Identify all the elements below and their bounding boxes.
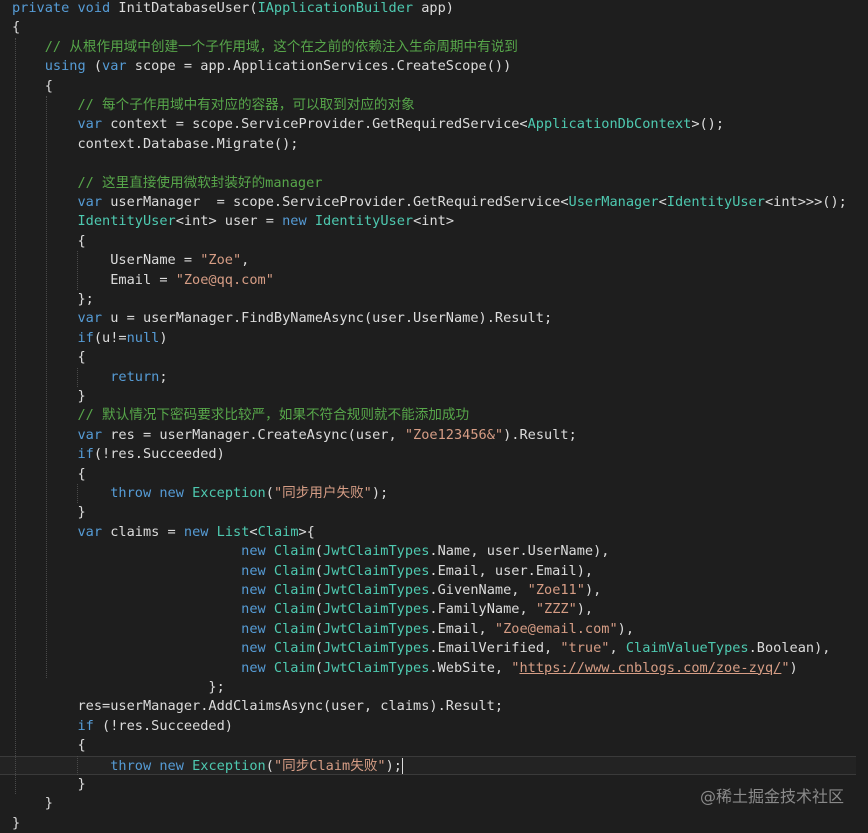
code-line[interactable]: { <box>0 465 868 484</box>
indent-guide <box>15 37 16 795</box>
code-line[interactable]: res=userManager.AddClaimsAsync(user, cla… <box>0 697 868 716</box>
code-line[interactable]: new Claim(JwtClaimTypes.WebSite, "https:… <box>0 659 868 678</box>
indent-guide <box>77 484 79 504</box>
code-line[interactable]: var userManager = scope.ServiceProvider.… <box>0 193 868 212</box>
code-line[interactable]: } <box>0 503 868 522</box>
code-line[interactable]: var res = userManager.CreateAsync(user, … <box>0 426 868 445</box>
code-editor[interactable]: private void InitDatabaseUser(IApplicati… <box>0 0 868 831</box>
code-line[interactable]: }; <box>0 678 868 697</box>
code-line[interactable]: if (!res.Succeeded) <box>0 717 868 736</box>
indent-guide <box>77 251 79 290</box>
code-line[interactable]: Email = "Zoe@qq.com" <box>0 271 868 290</box>
code-line[interactable]: if(!res.Succeeded) <box>0 445 868 464</box>
code-line[interactable]: // 每个子作用域中有对应的容器，可以取到对应的对象 <box>0 96 868 115</box>
code-line[interactable]: var u = userManager.FindByNameAsync(user… <box>0 309 868 328</box>
code-line[interactable]: // 这里直接使用微软封装好的manager <box>0 174 868 193</box>
code-line[interactable]: var context = scope.ServiceProvider.GetR… <box>0 115 868 134</box>
code-line[interactable]: return; <box>0 368 868 387</box>
text-caret <box>401 757 403 774</box>
code-line[interactable]: new Claim(JwtClaimTypes.EmailVerified, "… <box>0 639 868 658</box>
code-line[interactable]: { <box>0 736 868 755</box>
code-line[interactable]: }; <box>0 290 868 309</box>
indent-guide <box>46 96 48 678</box>
code-line[interactable]: } <box>0 387 868 406</box>
code-line[interactable]: using (var scope = app.ApplicationServic… <box>0 57 868 76</box>
indent-guide <box>77 367 79 387</box>
watermark: @稀土掘金技术社区 <box>699 787 844 806</box>
code-line[interactable]: new Claim(JwtClaimTypes.Email, user.Emai… <box>0 562 868 581</box>
code-line[interactable]: { <box>0 18 868 37</box>
code-line[interactable]: context.Database.Migrate(); <box>0 135 868 154</box>
code-line[interactable]: { <box>0 232 868 251</box>
code-line[interactable]: { <box>0 77 868 96</box>
code-line[interactable]: UserName = "Zoe", <box>0 251 868 270</box>
code-line[interactable]: new Claim(JwtClaimTypes.Email, "Zoe@emai… <box>0 620 868 639</box>
indent-guide <box>77 755 79 775</box>
code-line[interactable]: // 从根作用域中创建一个子作用域，这个在之前的依赖注入生命周期中有说到 <box>0 38 868 57</box>
code-line[interactable]: throw new Exception("同步Claim失败"); <box>0 755 856 775</box>
code-line[interactable] <box>0 154 868 173</box>
code-line[interactable]: // 默认情况下密码要求比较严，如果不符合规则就不能添加成功 <box>0 406 868 425</box>
code-line[interactable]: private void InitDatabaseUser(IApplicati… <box>0 0 868 18</box>
code-line[interactable]: new Claim(JwtClaimTypes.Name, user.UserN… <box>0 542 868 561</box>
code-line[interactable]: new Claim(JwtClaimTypes.GivenName, "Zoe1… <box>0 581 868 600</box>
code-line[interactable]: throw new Exception("同步用户失败"); <box>0 484 868 503</box>
code-line[interactable]: { <box>0 348 868 367</box>
code-line[interactable]: var claims = new List<Claim>{ <box>0 523 868 542</box>
code-line[interactable]: } <box>0 814 868 833</box>
code-line[interactable]: new Claim(JwtClaimTypes.FamilyName, "ZZZ… <box>0 600 868 619</box>
code-line[interactable]: IdentityUser<int> user = new IdentityUse… <box>0 212 868 231</box>
code-line[interactable]: if(u!=null) <box>0 329 868 348</box>
